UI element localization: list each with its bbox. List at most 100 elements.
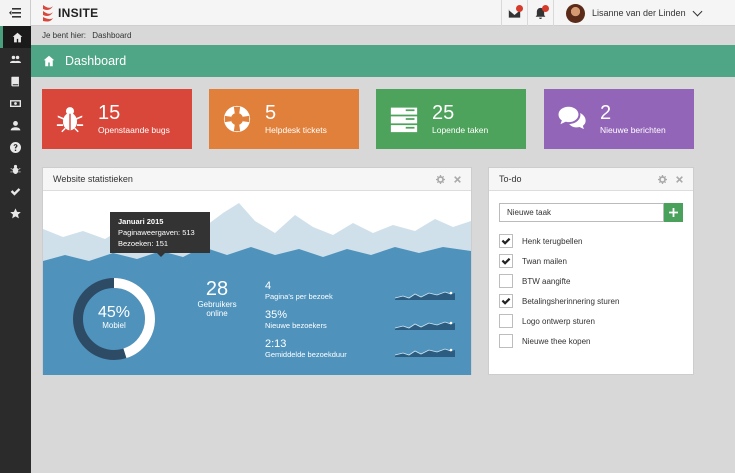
close-icon [676,176,683,183]
check-icon [501,257,511,265]
todo-item[interactable]: BTW aangifte [499,274,570,288]
bug-icon [56,107,84,133]
todo-item[interactable]: Twan mailen [499,254,567,268]
todo-checkbox[interactable] [499,274,513,288]
tile-number: 25 [432,102,455,124]
top-header: INSITE Lisanne van der Linden [31,0,735,26]
logo-mark-icon [43,5,53,22]
panel-title: To-do [499,174,522,184]
sidebar-item-users[interactable] [0,48,31,70]
todo-text: Logo ontwerp sturen [522,316,595,326]
tile-helpdesk[interactable]: 5 Helpdesk tickets [209,89,359,149]
metric-label: Gemiddelde bezoekduur [265,350,347,359]
todo-text: Henk terugbellen [522,236,583,246]
sparkline-duration [395,348,455,357]
tooltip-arrow [157,253,165,257]
todo-text: Betalingsherinnering sturen [522,296,620,306]
metric-value: 4 [265,280,272,292]
user-icon [10,120,21,130]
tile-label: Helpdesk tickets [265,125,327,135]
menu-toggle-icon [9,8,21,18]
star-icon [10,207,21,218]
metric-value: 35% [265,309,288,321]
server-icon [390,107,418,133]
close-button[interactable] [675,175,684,184]
avatar [566,3,585,23]
users-label: Gebruikers [197,300,237,309]
todo-item[interactable]: Betalingsherinnering sturen [499,294,619,308]
metric-new-visitors: 35% Nieuwe bezoekers [265,309,327,330]
tile-number: 5 [265,102,277,124]
user-name: Lisanne van der Linden [592,8,686,18]
todo-checkbox[interactable] [499,334,513,348]
panel-header: Website statistieken [43,168,471,191]
book-icon [11,76,19,86]
breadcrumb-current[interactable]: Dashboard [92,31,131,40]
sidebar-item-user[interactable] [0,114,31,136]
messages-badge [516,5,523,12]
sidebar-item-tasks[interactable] [0,180,31,202]
chart-tooltip: Januari 2015 Paginaweergaven: 513 Bezoek… [110,212,210,253]
users-icon [10,55,21,63]
metric-label: Nieuwe bezoekers [265,321,327,330]
tile-bugs[interactable]: 15 Openstaande bugs [42,89,192,149]
add-task-button[interactable] [664,203,683,222]
sidebar [0,0,31,473]
panel-title: Website statistieken [53,174,133,184]
gear-icon [658,175,667,184]
metric-value: 2:13 [265,338,287,350]
sidebar-item-bugs[interactable] [0,158,31,180]
todo-item[interactable]: Logo ontwerp sturen [499,314,595,328]
notifications-badge [542,5,549,12]
close-button[interactable] [453,175,462,184]
notifications-button[interactable] [527,0,553,26]
page-title-bar: Dashboard [31,45,735,77]
chevron-down-icon [692,6,703,16]
website-stats-panel: Website statistieken 45% Mobiel 28 Gebru… [42,167,472,375]
logo[interactable]: INSITE [41,3,98,23]
messages-button[interactable] [501,0,527,26]
todo-checkbox[interactable] [499,314,513,328]
todo-item[interactable]: Nieuwe thee kopen [499,334,591,348]
sidebar-item-home[interactable] [0,26,31,48]
lifebuoy-icon [223,105,251,133]
sparkline-pages [395,291,455,300]
donut-value: 45% [97,304,131,321]
logo-text: INSITE [58,6,99,20]
sparkline-new-visitors [395,321,455,330]
settings-button[interactable] [658,175,667,184]
metric-duration: 2:13 Gemiddelde bezoekduur [265,338,347,359]
page-title: Dashboard [65,54,127,68]
sidebar-item-money[interactable] [0,92,31,114]
users-online: 28 Gebruikers online [191,278,243,318]
metric-label: Pagina's per bezoek [265,292,333,301]
new-task-input[interactable]: Nieuwe taak [499,203,664,222]
tile-messages[interactable]: 2 Nieuwe berichten [544,89,694,149]
tile-tasks[interactable]: 25 Lopende taken [376,89,526,149]
todo-text: Nieuwe thee kopen [522,336,591,346]
users-label-2: online [206,309,228,318]
todo-checkbox[interactable] [499,254,513,268]
tooltip-line-2: Bezoeken: 151 [118,239,169,248]
breadcrumb: Je bent hier: Dashboard [42,31,131,40]
gear-icon [436,175,445,184]
tooltip-title: Januari 2015 [118,217,164,226]
settings-button[interactable] [436,175,445,184]
todo-text: BTW aangifte [522,276,571,286]
breadcrumb-prefix: Je bent hier: [42,31,87,40]
tile-label: Lopende taken [432,125,489,135]
todo-checkbox[interactable] [499,234,513,248]
tile-label: Openstaande bugs [98,125,170,135]
home-icon [12,32,22,42]
user-menu[interactable]: Lisanne van der Linden [553,0,735,26]
menu-toggle-button[interactable] [0,0,31,26]
tile-number: 2 [600,102,612,124]
users-value: 28 [205,278,229,300]
sidebar-item-favorites[interactable] [0,202,31,224]
todo-item[interactable]: Henk terugbellen [499,234,582,248]
sidebar-item-help[interactable] [0,136,31,158]
panel-header: To-do [489,168,693,191]
todo-checkbox[interactable] [499,294,513,308]
check-icon [501,297,511,305]
sidebar-item-book[interactable] [0,70,31,92]
